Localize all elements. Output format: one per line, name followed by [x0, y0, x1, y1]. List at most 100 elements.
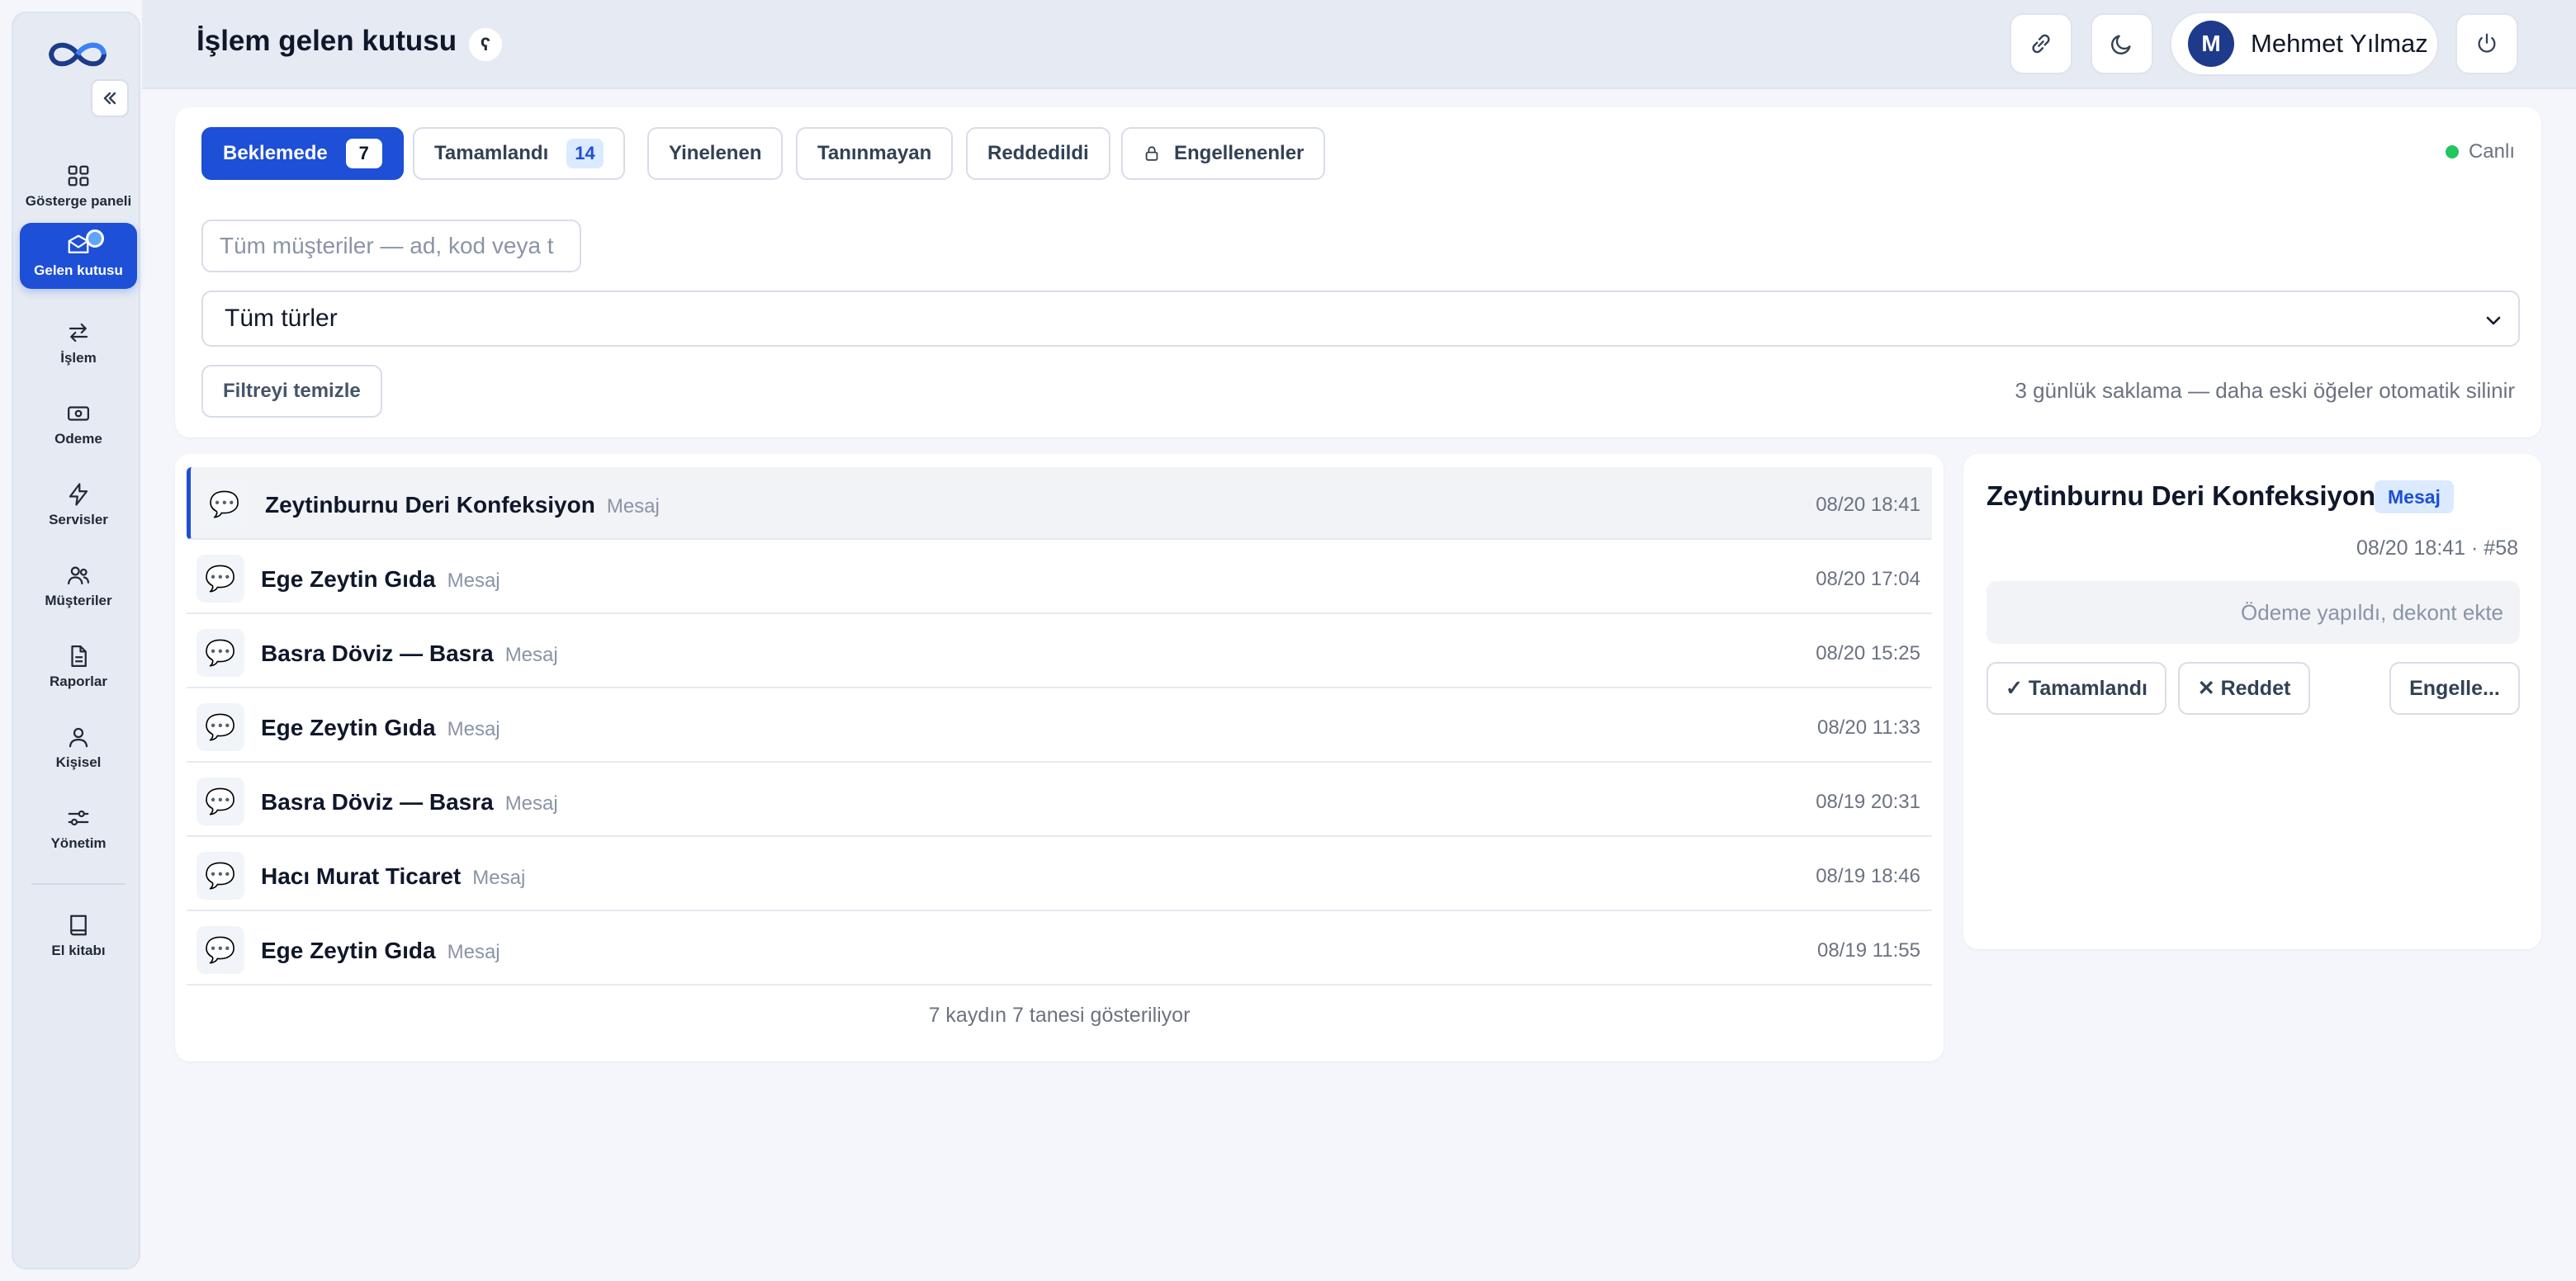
- list-item[interactable]: 💬 Ege Zeytin Gıda Mesaj 08/20 17:04: [187, 541, 1932, 614]
- tab-count-badge: 7: [345, 139, 382, 168]
- row-customer-name: Zeytinburnu Deri Konfeksiyon Mesaj: [265, 492, 660, 518]
- chat-bubble-icon: 💬: [197, 703, 244, 751]
- tab-label: Beklemede: [223, 142, 328, 164]
- inbox-list: 💬 Zeytinburnu Deri Konfeksiyon Mesaj 08/2…: [175, 454, 1944, 1061]
- detail-message: Ödeme yapıldı, dekont ekte: [1986, 581, 2520, 644]
- chevrons-left-icon: [103, 92, 116, 105]
- reject-button[interactable]: ✕ Reddet: [2178, 662, 2310, 715]
- logout-button[interactable]: [2455, 13, 2518, 74]
- theme-toggle-button[interactable]: [2091, 13, 2153, 74]
- tab-label: Tanınmayan: [817, 142, 932, 164]
- live-label: Canlı: [2468, 140, 2515, 163]
- dashboard-icon: [68, 165, 89, 187]
- page-title: İşlem gelen kutusu: [197, 25, 457, 57]
- list-item[interactable]: 💬 Ege Zeytin Gıda Mesaj 08/20 11:33: [187, 690, 1932, 763]
- power-icon: [2478, 33, 2496, 53]
- type-select[interactable]: Tüm türler: [201, 291, 2520, 347]
- lock-icon: [1145, 146, 1158, 161]
- document-icon: [71, 645, 87, 667]
- row-type: Mesaj: [447, 941, 500, 963]
- sidebar-item-payment[interactable]: Odeme: [20, 391, 137, 457]
- row-timestamp: 08/19 11:55: [1816, 939, 1920, 962]
- list-item[interactable]: 💬 Hacı Murat Ticaret Mesaj 08/19 18:46: [187, 839, 1932, 911]
- book-icon: [70, 915, 87, 936]
- collapse-sidebar-button[interactable]: [91, 79, 129, 117]
- row-timestamp: 08/19 18:46: [1816, 865, 1920, 887]
- sidebar-item-handbook[interactable]: El kitabı: [20, 903, 137, 969]
- sidebar-item-label: Yönetim: [50, 835, 107, 851]
- list-item[interactable]: 💬 Ege Zeytin Gıda Mesaj 08/19 11:55: [187, 913, 1932, 986]
- sidebar-item-reports[interactable]: Raporlar: [20, 634, 137, 700]
- chat-bubble-icon: 💬: [197, 629, 244, 677]
- sidebar-item-label: Raporlar: [50, 674, 107, 689]
- row-customer-name: Ege Zeytin Gıda Mesaj: [261, 715, 500, 740]
- notification-dot: [86, 229, 104, 248]
- sliders-icon: [68, 810, 89, 826]
- tab-count-badge: 14: [566, 139, 604, 168]
- row-type: Mesaj: [472, 867, 526, 889]
- list-item[interactable]: 💬 Zeytinburnu Deri Konfeksiyon Mesaj 08/2…: [187, 467, 1932, 540]
- transfer-icon: [69, 323, 88, 343]
- sidebar-divider: [31, 883, 125, 885]
- tab-rejected[interactable]: Reddedildi: [966, 127, 1110, 180]
- type-select-value: Tüm türler: [225, 305, 338, 332]
- tab-completed[interactable]: Tamamlandı 14: [413, 127, 625, 180]
- user-name: Mehmet Yılmaz: [2251, 29, 2428, 58]
- chat-bubble-icon: 💬: [201, 480, 249, 528]
- row-customer-name: Hacı Murat Ticaret Mesaj: [261, 863, 526, 889]
- sidebar-item-personal[interactable]: Kişisel: [20, 715, 137, 781]
- row-timestamp: 08/20 18:41: [1816, 494, 1920, 516]
- sidebar-item-services[interactable]: Servisler: [20, 472, 137, 538]
- list-item[interactable]: 💬 Basra Döviz — Basra Mesaj 08/19 20:31: [187, 764, 1932, 837]
- tab-recurring[interactable]: Yinelenen: [647, 127, 784, 180]
- users-icon: [68, 566, 89, 585]
- sidebar: Gösterge paneli Gelen kutusu İşlem Odeme…: [12, 12, 140, 1269]
- tab-blocked[interactable]: Engellenenler: [1121, 127, 1326, 180]
- sidebar-item-label: Kişisel: [55, 754, 102, 770]
- mark-complete-button[interactable]: ✓ Tamamlandı: [1986, 662, 2166, 715]
- clear-filter-button[interactable]: Filtreyi temizle: [201, 365, 382, 418]
- sidebar-item-label: Servisler: [49, 512, 108, 527]
- moon-icon: [2111, 35, 2131, 54]
- tab-unrecognized[interactable]: Tanınmayan: [796, 127, 954, 180]
- sidebar-item-label: El kitabı: [51, 943, 106, 958]
- list-item[interactable]: 💬 Basra Döviz — Basra Mesaj 08/20 15:25: [187, 616, 1932, 688]
- sidebar-item-dashboard[interactable]: Gösterge paneli: [20, 154, 137, 220]
- live-status: Canlı: [2445, 140, 2515, 163]
- live-indicator-dot: [2445, 145, 2459, 158]
- block-button[interactable]: Engelle...: [2389, 662, 2520, 715]
- row-customer-name: Ege Zeytin Gıda Mesaj: [261, 566, 500, 592]
- tab-label: Reddedildi: [987, 142, 1089, 164]
- sidebar-item-label: Odeme: [54, 431, 102, 447]
- row-type: Mesaj: [447, 570, 500, 592]
- tab-pending[interactable]: Beklemede 7: [201, 127, 404, 180]
- tab-label: Yinelenen: [669, 142, 762, 164]
- detail-meta: 08/20 18:41 · #58: [2356, 537, 2518, 560]
- list-footer-count: 7 kaydın 7 tanesi gösteriliyor: [928, 1004, 1191, 1027]
- avatar: M: [2188, 21, 2234, 67]
- filter-panel: Beklemede 7 Tamamlandı 14 Yinelenen Tanı…: [175, 107, 2541, 437]
- customer-search-input[interactable]: [201, 220, 581, 272]
- sidebar-item-label: Gösterge paneli: [25, 193, 132, 209]
- help-icon[interactable]: ʕ: [469, 28, 502, 61]
- chevron-down-icon: [2486, 316, 2501, 325]
- sidebar-item-transactions[interactable]: İşlem: [20, 310, 137, 376]
- row-customer-name: Ege Zeytin Gıda Mesaj: [261, 938, 500, 963]
- row-type: Mesaj: [606, 495, 660, 518]
- sidebar-item-label: İşlem: [60, 350, 97, 366]
- copy-link-button[interactable]: [2010, 13, 2072, 74]
- row-timestamp: 08/19 20:31: [1816, 791, 1920, 813]
- user-menu[interactable]: M Mehmet Yılmaz: [2170, 12, 2439, 76]
- detail-panel: Zeytinburnu Deri Konfeksiyon Mesaj 08/20…: [1963, 454, 2541, 949]
- app-logo[interactable]: [45, 38, 111, 71]
- sidebar-item-management[interactable]: Yönetim: [20, 796, 137, 862]
- sidebar-item-customers[interactable]: Müşteriler: [20, 553, 137, 619]
- sidebar-item-label: Gelen kutusu: [34, 262, 123, 278]
- row-customer-name: Basra Döviz — Basra Mesaj: [261, 789, 558, 815]
- bolt-icon: [69, 483, 88, 506]
- user-icon: [69, 727, 88, 748]
- sidebar-item-inbox[interactable]: Gelen kutusu: [20, 223, 137, 289]
- row-timestamp: 08/20 11:33: [1816, 716, 1920, 739]
- row-customer-name: Basra Döviz — Basra Mesaj: [261, 640, 558, 666]
- row-timestamp: 08/20 15:25: [1816, 642, 1920, 664]
